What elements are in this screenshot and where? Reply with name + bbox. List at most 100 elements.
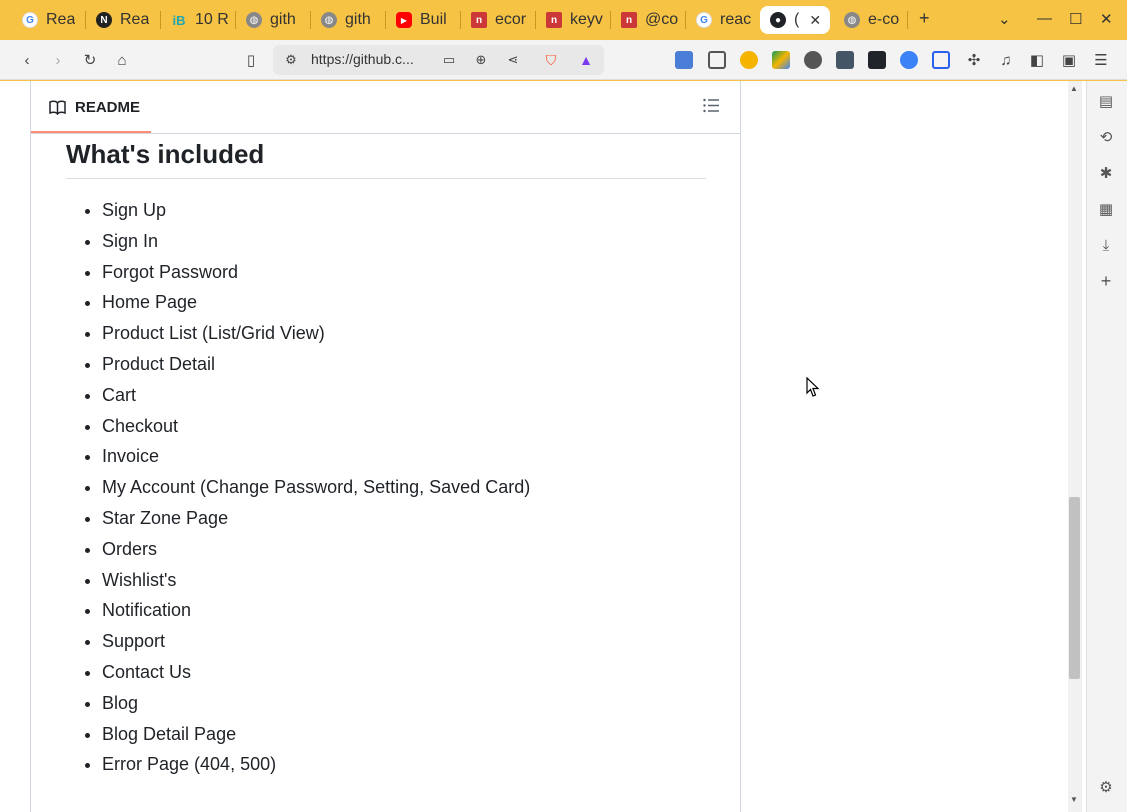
close-tab-icon[interactable]: ✕ (809, 12, 821, 29)
minimize-icon[interactable]: — (1037, 10, 1052, 27)
planet-icon[interactable] (804, 51, 822, 69)
globe-icon: ◍ (844, 12, 860, 28)
list-item: Checkout (102, 411, 530, 442)
scroll-up-icon[interactable]: ▲ (1070, 84, 1078, 93)
reload-icon[interactable]: ↻ (80, 50, 100, 70)
downloads-icon[interactable]: ⤓ (1096, 235, 1116, 255)
ib-icon: iB (172, 12, 186, 28)
zoom-icon[interactable]: ⊕ (471, 50, 491, 70)
browser-tab[interactable]: ◍ gith (236, 6, 308, 34)
tab-strip: G Rea N Rea iB 10 R ◍ gith ◍ gith ▶ Buil… (0, 0, 1127, 40)
grabber-icon[interactable] (900, 51, 918, 69)
browser-tab[interactable]: iB 10 R (161, 6, 233, 34)
list-item: Support (102, 626, 530, 657)
mouse-cursor-icon (806, 377, 820, 397)
readme-tab[interactable]: README (49, 99, 140, 116)
table-of-contents-icon[interactable] (703, 98, 720, 113)
home-icon[interactable]: ⌂ (112, 50, 132, 70)
browser-tab[interactable]: G Rea (12, 6, 84, 34)
tab-title: @co (645, 11, 679, 28)
globe-icon: ◍ (321, 12, 337, 28)
puzzle-icon[interactable]: ✣ (964, 50, 984, 70)
url-text: https://github.c... (311, 51, 414, 67)
readme-header: README (31, 81, 740, 134)
readme-tab-label: README (75, 99, 141, 116)
npm-icon: n (621, 12, 637, 28)
leo-ai-icon[interactable]: ✱ (1096, 163, 1116, 183)
globe-icon: ◍ (246, 12, 262, 28)
maximize-icon[interactable]: ☐ (1069, 10, 1082, 28)
list-item: Sign In (102, 226, 530, 257)
list-item: My Account (Change Password, Setting, Sa… (102, 472, 530, 503)
page-scrollbar[interactable] (1068, 81, 1082, 812)
browser-tab[interactable]: ◍ gith (311, 6, 383, 34)
browser-tab[interactable]: n @co (611, 6, 683, 34)
github-icon: ● (770, 12, 786, 28)
tab-title: ( (794, 11, 800, 28)
tab-list-icon[interactable]: ⌄ (998, 10, 1011, 28)
tab-title: Buil (420, 11, 447, 28)
list-item: Forgot Password (102, 257, 530, 288)
wallet-icon[interactable]: ▣ (1059, 50, 1079, 70)
book-icon (49, 100, 66, 115)
browser-tab-active[interactable]: ● ( ✕ (760, 6, 830, 34)
forward-icon[interactable]: › (48, 50, 68, 70)
reader-icon[interactable] (836, 51, 854, 69)
browser-toolbar: ‹ › ↻ ⌂ ▯ ⚙ https://github.c... ▭ ⊕ ⋖ ⛉ … (0, 40, 1127, 80)
list-item: Blog Detail Page (102, 719, 530, 750)
brave-rewards-icon[interactable]: ▲ (576, 50, 596, 70)
scroll-down-icon[interactable]: ▼ (1070, 795, 1078, 804)
tab-title: e-co (868, 11, 900, 28)
new-tab-icon[interactable]: + (919, 8, 930, 29)
browser-tab[interactable]: n keyv (536, 6, 608, 34)
address-bar[interactable]: ⚙ https://github.c... ▭ ⊕ ⋖ ⛉ ▲ (273, 45, 604, 75)
tab-manager-icon[interactable] (708, 51, 726, 69)
list-item: Home Page (102, 287, 530, 318)
nextjs-icon: N (96, 12, 112, 28)
list-item: Error Page (404, 500) (102, 749, 530, 780)
back-icon[interactable]: ‹ (17, 50, 37, 70)
npm-icon: n (471, 12, 487, 28)
browser-tab[interactable]: ◍ e-co (834, 6, 906, 34)
side-panel: ▤ ⟲ ✱ ▦ ⤓ + ⚙ (1086, 81, 1127, 812)
reading-list-icon[interactable]: ▦ (1096, 199, 1116, 219)
brave-shield-icon[interactable]: ⛉ (541, 50, 561, 70)
list-item: Star Zone Page (102, 503, 530, 534)
bookmark-icon[interactable]: ▯ (241, 50, 261, 70)
browser-tab[interactable]: G reac (686, 6, 758, 34)
translate-icon[interactable] (675, 51, 693, 69)
settings-gear-icon[interactable]: ⚙ (1096, 777, 1116, 797)
list-item: Cart (102, 380, 530, 411)
music-icon[interactable]: ♫ (996, 50, 1016, 70)
tab-title: reac (720, 11, 752, 28)
browser-tab[interactable]: ▶ Buil (386, 6, 458, 34)
add-panel-icon[interactable]: + (1096, 271, 1116, 291)
tab-title: gith (270, 11, 296, 28)
features-list: Sign Up Sign In Forgot Password Home Pag… (102, 195, 530, 780)
list-item: Orders (102, 534, 530, 565)
extension-icon[interactable] (740, 51, 758, 69)
list-item: Invoice (102, 441, 530, 472)
tab-title: keyv (570, 11, 603, 28)
sidebar-toggle-icon[interactable]: ◧ (1027, 50, 1047, 70)
tab-title: gith (345, 11, 371, 28)
site-settings-icon[interactable]: ⚙ (281, 50, 301, 70)
menu-icon[interactable]: ☰ (1091, 50, 1111, 70)
cast-icon[interactable]: ▭ (439, 50, 459, 70)
list-item: Wishlist's (102, 565, 530, 596)
list-item: Product List (List/Grid View) (102, 318, 530, 349)
close-window-icon[interactable]: ✕ (1100, 10, 1113, 28)
tab-title: ecor (495, 11, 527, 28)
drive-icon[interactable] (772, 51, 790, 69)
browser-tab[interactable]: n ecor (461, 6, 533, 34)
history-icon[interactable]: ⟲ (1096, 127, 1116, 147)
scrollbar-thumb[interactable] (1069, 497, 1080, 679)
bookmarks-icon[interactable]: ▤ (1096, 91, 1116, 111)
react-devtools-icon[interactable] (868, 51, 886, 69)
share-icon[interactable]: ⋖ (503, 50, 523, 70)
youtube-icon: ▶ (396, 12, 412, 28)
tab-title: 10 R (195, 11, 229, 28)
browser-tab[interactable]: N Rea (86, 6, 158, 34)
screen-recorder-icon[interactable] (932, 51, 950, 69)
readme-tab-underline (31, 131, 151, 133)
